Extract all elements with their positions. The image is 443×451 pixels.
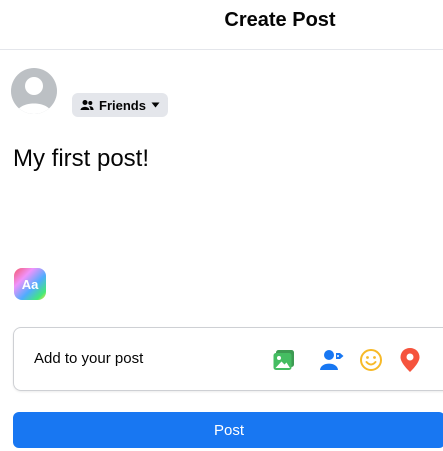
text-format-button[interactable]: Aa <box>14 268 46 300</box>
post-text-input[interactable]: My first post! <box>13 144 149 174</box>
audience-selector[interactable]: Friends <box>72 93 168 117</box>
add-to-post-box: Add to your post <box>13 327 443 391</box>
dialog-title: Create Post <box>224 9 336 31</box>
post-button[interactable]: Post <box>13 412 443 448</box>
friends-icon <box>80 99 94 111</box>
photo-video-button[interactable] <box>270 346 298 374</box>
photo-video-icon <box>273 350 294 370</box>
default-avatar-icon <box>16 77 52 114</box>
audience-label: Friends <box>99 97 146 113</box>
add-to-post-label: Add to your post <box>34 350 144 367</box>
caret-down-icon <box>151 102 160 108</box>
feeling-icon <box>360 349 382 371</box>
tag-people-icon <box>320 350 344 370</box>
check-in-button[interactable] <box>396 346 424 374</box>
avatar[interactable] <box>11 68 57 114</box>
tag-people-button[interactable] <box>318 346 346 374</box>
dialog-header: Create Post <box>0 0 443 50</box>
check-in-icon <box>400 348 420 372</box>
feeling-activity-button[interactable] <box>357 346 385 374</box>
